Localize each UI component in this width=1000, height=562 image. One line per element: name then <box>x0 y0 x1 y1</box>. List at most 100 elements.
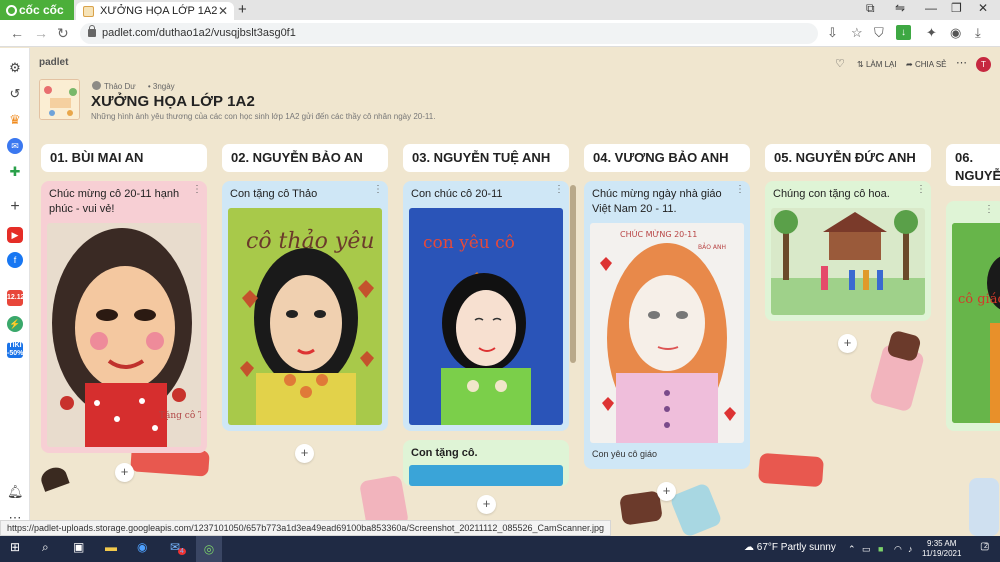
shopping-badge[interactable]: 12.12 <box>7 290 25 306</box>
taskbar-clock[interactable]: 9:35 AM 11/19/2021 <box>922 539 961 559</box>
youtube-icon[interactable]: ▶ <box>7 227 23 243</box>
network-icon[interactable]: ▭ <box>862 544 871 555</box>
search-icon[interactable]: ⌕ <box>42 540 49 555</box>
minimize-button[interactable]: — <box>925 1 937 15</box>
add-post-button[interactable]: + <box>838 334 857 353</box>
extensions-icon[interactable]: ✦ <box>926 25 937 41</box>
drawing-image[interactable]: cô thảo yêu <box>228 208 382 425</box>
add-post-button[interactable]: + <box>115 463 134 482</box>
scene-drawing <box>771 208 925 315</box>
notification-center-icon[interactable]: ▢ 2 <box>980 541 989 552</box>
picture-in-picture-icon[interactable]: ⧉ <box>866 1 875 16</box>
post-card-6[interactable]: Con tặng cô. <box>403 440 569 486</box>
task-view-icon[interactable]: ▣ <box>73 540 84 554</box>
chat-app-icon[interactable]: ✉ 4 <box>170 540 186 555</box>
column-scrollbar[interactable] <box>570 185 576 363</box>
column-header-5[interactable]: 05. NGUYỄN ĐỨC ANH <box>765 144 931 172</box>
cone-decoration <box>38 464 70 492</box>
post-card-7[interactable]: ⋮ cô giáo của em <box>946 201 1000 431</box>
coccoc-tray-icon[interactable]: ■ <box>878 544 883 554</box>
weather-text: 67°F Partly sunny <box>756 542 836 553</box>
post-time: 3ngày <box>152 82 175 91</box>
crown-icon[interactable]: ♛ <box>7 112 23 128</box>
column-header-2[interactable]: 02. NGUYỄN BẢO AN <box>222 144 388 172</box>
new-tab-button[interactable]: + <box>238 1 247 18</box>
profile-icon[interactable]: ◉ <box>950 25 961 41</box>
url-field[interactable]: padlet.com/duthao1a2/vusqjbslt3asg0f1 <box>80 23 818 44</box>
downloads-icon[interactable]: ⤓ <box>975 25 981 41</box>
game-badge-icon[interactable]: ⚡ <box>7 316 23 332</box>
add-sidebar-item-icon[interactable]: + <box>7 199 23 215</box>
post-card-4[interactable]: Chúc mừng ngày nhà giáo Việt Nam 20 - 11… <box>584 181 750 469</box>
drawing-image[interactable] <box>409 465 563 486</box>
download-manager-icon[interactable]: ↓ <box>896 25 911 40</box>
author-name[interactable]: Thảo Dư <box>104 82 136 91</box>
column-title: 04. VƯƠNG BẢO ANH <box>593 150 729 165</box>
post-card-5[interactable]: Chúng con tặng cô hoa. ⋮ <box>765 181 931 321</box>
add-post-button[interactable]: + <box>477 495 496 514</box>
badge-1212-text: 12.12 <box>7 294 25 301</box>
tab-padlet[interactable]: XƯỞNG HỌA LỚP 1A2 ✕ <box>76 2 234 20</box>
file-explorer-icon[interactable]: ▬ <box>105 540 117 554</box>
column-header-6[interactable]: 06. NGUYỄN ... ANH <box>946 144 1000 186</box>
zoom-app-icon[interactable]: ◉ <box>137 540 147 554</box>
wifi-icon[interactable]: ◠ <box>894 544 902 555</box>
reload-icon[interactable]: ↻ <box>57 25 69 42</box>
remake-label: LÀM LẠI <box>865 60 897 69</box>
notification-bell-icon[interactable]: 🔔︎ <box>7 484 24 500</box>
portrait-drawing: cô thảo yêu <box>228 208 382 425</box>
padlet-logo[interactable]: padlet <box>39 57 68 68</box>
gamepad-icon[interactable]: ✚ <box>7 164 23 180</box>
drawing-image[interactable]: Tặng cô Thảo <box>47 223 201 447</box>
facebook-icon[interactable]: f <box>7 252 23 268</box>
coccoc-taskbar-icon[interactable]: ◎ <box>196 536 222 562</box>
post-card-1[interactable]: Chúc mừng cô 20-11 hạnh phúc - vui vẻ! ⋮… <box>41 181 207 453</box>
weather-widget[interactable]: ☁ 67°F Partly sunny <box>744 542 836 553</box>
notif-count: 2 <box>984 543 988 550</box>
post-caption: Chúc mừng cô 20-11 hạnh phúc - vui vẻ! <box>49 188 180 215</box>
sale-badge[interactable]: TIKI -50% <box>7 342 23 358</box>
portrait-drawing: cô giáo của em <box>952 223 1000 423</box>
drawing-text: cô giáo của em <box>958 292 1000 307</box>
drawing-text: CHÚC MỪNG 20-11 <box>620 228 697 239</box>
share-button[interactable]: ➦ CHIA SẺ <box>906 60 947 69</box>
post-more-icon[interactable]: ⋮ <box>984 204 994 215</box>
history-icon[interactable]: ↺ <box>7 86 23 102</box>
post-card-3[interactable]: Con chúc cô 20-11 ⋮ con yêu cô <box>403 181 569 431</box>
coccoc-menu-button[interactable]: cốc cốc <box>0 0 74 20</box>
maximize-button[interactable]: ❐ <box>951 1 962 15</box>
close-tab-icon[interactable]: ✕ <box>218 2 228 20</box>
translate-icon[interactable]: ⇋ <box>895 1 905 15</box>
tray-chevron-icon[interactable]: ⌃ <box>848 544 856 555</box>
drawing-image[interactable]: cô giáo của em <box>952 223 1000 423</box>
padlet-board: padlet ♡ ⇅ LÀM LẠI ➦ CHIA SẺ ⋯ T Thảo Dư… <box>31 48 1000 536</box>
close-window-button[interactable]: ✕ <box>978 1 988 15</box>
bookmark-star-icon[interactable]: ☆ <box>851 25 863 41</box>
install-app-icon[interactable]: ⇩ <box>827 25 838 41</box>
post-more-icon[interactable]: ⋮ <box>735 184 745 195</box>
remake-button[interactable]: ⇅ LÀM LẠI <box>857 60 897 69</box>
column-header-4[interactable]: 04. VƯƠNG BẢO ANH <box>584 144 750 172</box>
more-menu-icon[interactable]: ⋯ <box>956 56 967 69</box>
drawing-image[interactable]: CHÚC MỪNG 20-11 BẢO ANH <box>590 223 744 443</box>
post-more-icon[interactable]: ⋮ <box>916 184 926 195</box>
forward-icon[interactable]: → <box>34 25 48 41</box>
like-heart-icon[interactable]: ♡ <box>835 57 845 70</box>
post-more-icon[interactable]: ⋮ <box>373 184 383 195</box>
windows-start-icon[interactable]: ⊞ <box>10 540 20 554</box>
drawing-image[interactable]: con yêu cô <box>409 208 563 425</box>
add-post-button[interactable]: + <box>295 444 314 463</box>
shield-icon[interactable]: ⛉ <box>874 25 884 41</box>
back-icon[interactable]: ← <box>10 25 24 41</box>
volume-icon[interactable]: ♪ <box>908 544 913 554</box>
drawing-image[interactable] <box>771 208 925 315</box>
column-header-3[interactable]: 03. NGUYỄN TUỆ ANH <box>403 144 569 172</box>
messenger-icon[interactable]: ✉ <box>7 138 23 154</box>
post-card-2[interactable]: Con tặng cô Thảo ⋮ cô thảo yêu <box>222 181 388 431</box>
user-avatar[interactable]: T <box>976 57 991 72</box>
post-more-icon[interactable]: ⋮ <box>554 184 564 195</box>
column-header-1[interactable]: 01. BÙI MAI AN <box>41 144 207 172</box>
add-post-button[interactable]: + <box>657 482 676 501</box>
gear-icon[interactable]: ⚙ <box>7 60 23 76</box>
post-more-icon[interactable]: ⋮ <box>192 184 202 195</box>
